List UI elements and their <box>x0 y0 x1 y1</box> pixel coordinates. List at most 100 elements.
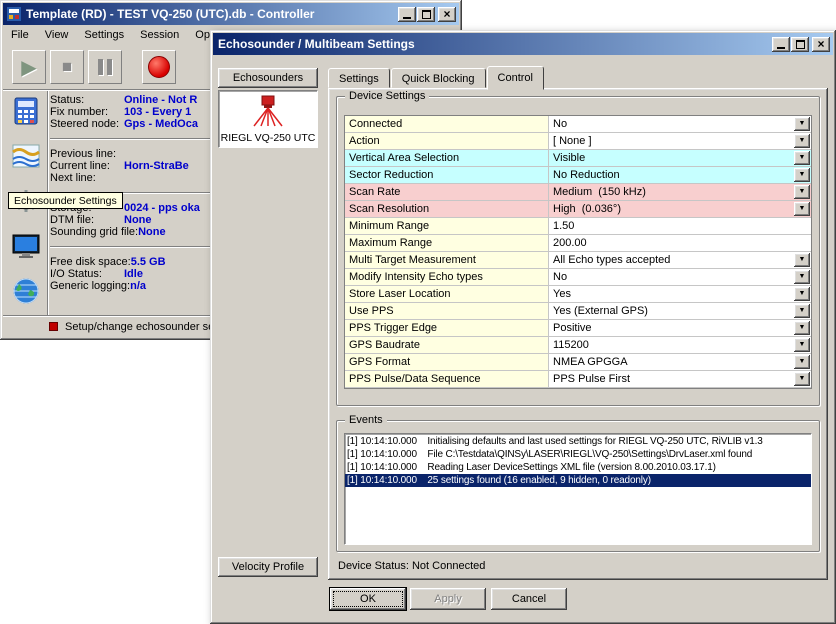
setting-row: Modify Intensity Echo typesNo▼ <box>345 269 811 286</box>
dropdown-button[interactable]: ▼ <box>794 134 810 148</box>
setting-row: Sector ReductionNo Reduction▼ <box>345 167 811 184</box>
setting-value[interactable]: No Reduction▼ <box>549 167 811 184</box>
record-button[interactable] <box>142 50 176 84</box>
status-value: None <box>124 214 152 226</box>
sidebar-item-display[interactable] <box>7 227 45 265</box>
maximize-icon <box>422 10 431 19</box>
status-value: None <box>138 226 166 238</box>
dropdown-button[interactable]: ▼ <box>794 338 810 352</box>
setting-row: GPS Baudrate 115200 ▼ <box>345 337 811 354</box>
dialog-minimize-button[interactable] <box>772 37 790 52</box>
setting-value[interactable]: High (0.036°)▼ <box>549 201 811 218</box>
setting-value[interactable]: PPS Pulse First▼ <box>549 371 811 388</box>
sidebar-item-echogram[interactable] <box>7 137 45 175</box>
event-line[interactable]: [1] 10:14:10.000 Reading Laser DeviceSet… <box>345 461 811 474</box>
pause-button[interactable] <box>88 50 122 84</box>
tab-settings[interactable]: Settings <box>328 68 390 88</box>
dialog-titlebar[interactable]: Echosounder / Multibeam Settings × <box>213 33 833 55</box>
dropdown-button[interactable]: ▼ <box>794 168 810 182</box>
controller-titlebar[interactable]: Template (RD) - TEST VQ-250 (UTC).db - C… <box>3 3 459 25</box>
setting-value[interactable]: Yes (External GPS) ▼ <box>549 303 811 320</box>
setting-value[interactable]: Positive▼ <box>549 320 811 337</box>
dropdown-button[interactable]: ▼ <box>794 202 810 216</box>
dialog-close-button[interactable]: × <box>812 37 830 52</box>
menu-session[interactable]: Session <box>132 26 187 44</box>
setting-name: GPS Baudrate <box>345 337 549 354</box>
play-button[interactable]: ▶ <box>12 50 46 84</box>
setting-row: Use PPS Yes (External GPS) ▼ <box>345 303 811 320</box>
dropdown-button[interactable]: ▼ <box>794 321 810 335</box>
minimize-button[interactable] <box>398 7 416 22</box>
controller-title: Template (RD) - TEST VQ-250 (UTC).db - C… <box>26 7 314 21</box>
setting-value[interactable]: 1.50 <box>549 218 811 235</box>
sidebar-item-computation[interactable] <box>7 92 45 130</box>
cancel-button[interactable]: Cancel <box>491 588 567 610</box>
setting-row: Scan RateMedium (150 kHz)▼ <box>345 184 811 201</box>
setting-row: Scan ResolutionHigh (0.036°)▼ <box>345 201 811 218</box>
dropdown-button[interactable]: ▼ <box>794 304 810 318</box>
echosounder-item[interactable]: RIEGL VQ-250 UTC <box>219 91 317 144</box>
close-button[interactable]: × <box>438 7 456 22</box>
dropdown-button[interactable]: ▼ <box>794 151 810 165</box>
setting-value[interactable]: No ▼ <box>549 269 811 286</box>
dropdown-button[interactable]: ▼ <box>794 185 810 199</box>
setting-value[interactable]: NMEA GPGGA▼ <box>549 354 811 371</box>
status-label: Previous line: <box>50 148 124 160</box>
globe-icon <box>11 276 41 306</box>
velocity-profile-button[interactable]: Velocity Profile <box>218 557 318 577</box>
setting-value-text: 115200 <box>553 339 589 351</box>
tab-quick-blocking[interactable]: Quick Blocking <box>391 68 486 88</box>
setting-value-text: Yes (External GPS) <box>553 305 648 317</box>
setting-value[interactable]: Yes ▼ <box>549 286 811 303</box>
setting-value-text: Visible <box>553 152 585 164</box>
tab-control[interactable]: Control <box>487 66 544 90</box>
dropdown-button[interactable]: ▼ <box>794 253 810 267</box>
maximize-button[interactable] <box>417 7 435 22</box>
events-group: Events [1] 10:14:10.000 Initialising def… <box>336 420 820 552</box>
setting-value[interactable]: [ None ]▼ <box>549 133 811 150</box>
dropdown-button[interactable]: ▼ <box>794 355 810 369</box>
setting-value[interactable]: All Echo types accepted▼ <box>549 252 811 269</box>
status-label: Steered node: <box>50 118 124 130</box>
setting-value[interactable]: Visible ▼ <box>549 150 811 167</box>
apply-button[interactable]: Apply <box>410 588 486 610</box>
control-tab-panel: Device Settings ConnectedNo▼Action[ None… <box>328 88 828 580</box>
echosounders-header[interactable]: Echosounders <box>218 68 318 88</box>
menu-view[interactable]: View <box>37 26 77 44</box>
app-icon <box>6 6 22 22</box>
dropdown-button[interactable]: ▼ <box>794 287 810 301</box>
event-line[interactable]: [1] 10:14:10.000 25 settings found (16 e… <box>345 474 811 487</box>
setting-value[interactable]: Medium (150 kHz)▼ <box>549 184 811 201</box>
close-icon: × <box>443 8 450 20</box>
dropdown-button[interactable]: ▼ <box>794 372 810 386</box>
computation-icon <box>11 96 41 126</box>
setting-value-text: Yes <box>553 288 571 300</box>
status-value: n/a <box>130 280 146 292</box>
laser-scanner-icon <box>250 94 286 128</box>
event-line[interactable]: [1] 10:14:10.000 Initialising defaults a… <box>345 435 811 448</box>
dropdown-button[interactable]: ▼ <box>794 270 810 284</box>
setting-name: Use PPS <box>345 303 549 320</box>
record-indicator-icon <box>49 322 58 331</box>
menu-file[interactable]: File <box>3 26 37 44</box>
setting-name: Connected <box>345 116 549 133</box>
stop-button[interactable]: ■ <box>50 50 84 84</box>
setting-value[interactable]: No▼ <box>549 116 811 133</box>
status-value: Online - Not R <box>124 94 197 106</box>
sidebar-item-navigation[interactable] <box>7 272 45 310</box>
record-icon <box>148 56 170 78</box>
setting-value[interactable]: 115200 ▼ <box>549 337 811 354</box>
status-label: Fix number: <box>50 106 124 118</box>
dropdown-button[interactable]: ▼ <box>794 117 810 131</box>
device-settings-group-label: Device Settings <box>345 90 429 102</box>
setting-value-text: No <box>553 271 567 283</box>
setting-name: PPS Pulse/Data Sequence <box>345 371 549 388</box>
event-line[interactable]: [1] 10:14:10.000 File C:\Testdata\QINSy\… <box>345 448 811 461</box>
setting-row: Vertical Area SelectionVisible▼ <box>345 150 811 167</box>
events-list[interactable]: [1] 10:14:10.000 Initialising defaults a… <box>344 433 812 545</box>
menu-settings[interactable]: Settings <box>76 26 132 44</box>
ok-button[interactable]: OK <box>330 588 406 610</box>
setting-value[interactable]: 200.00 <box>549 235 811 252</box>
status-value: Horn-StraBe <box>124 160 189 172</box>
dialog-maximize-button[interactable] <box>791 37 809 52</box>
